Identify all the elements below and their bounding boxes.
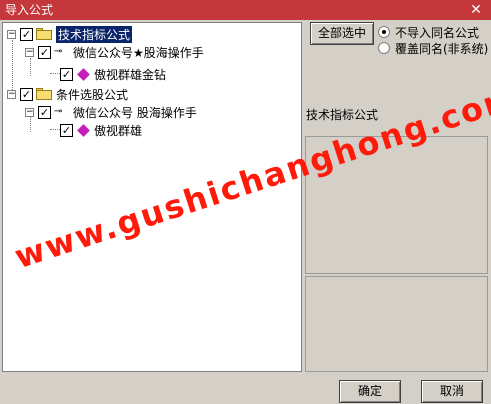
- tree-node-label: 傲视群雄金钻: [94, 67, 167, 82]
- tree-node-tech-formulas[interactable]: − ✓ 技术指标公式: [7, 25, 133, 43]
- formula-type-label: 技术指标公式: [306, 108, 379, 122]
- tree-node-label: 微信公众号 股海操作手: [73, 105, 197, 120]
- tree-node-formula-1[interactable]: ✓ 傲视群雄金钻: [60, 65, 166, 83]
- collapse-icon[interactable]: −: [25, 107, 34, 117]
- radio-overwrite[interactable]: 覆盖同名(非系统): [378, 40, 488, 56]
- checkbox-checked[interactable]: ✓: [20, 87, 33, 101]
- key-icon: ⊸: [54, 106, 63, 117]
- cancel-button[interactable]: 取消: [421, 380, 483, 403]
- radio-no-import[interactable]: 不导入同名公式: [378, 24, 479, 40]
- tree-node-formula-2[interactable]: ✓ 傲视群雄: [60, 121, 142, 139]
- select-all-button[interactable]: 全部选中: [310, 22, 374, 45]
- tree-node-label: 技术指标公式: [56, 25, 133, 43]
- checkbox-checked[interactable]: ✓: [38, 105, 51, 119]
- radio-label: 不导入同名公式: [395, 25, 480, 40]
- tree-node-label: 傲视群雄: [94, 123, 143, 138]
- collapse-icon[interactable]: −: [25, 47, 34, 57]
- radio-unchecked-icon[interactable]: [378, 42, 390, 54]
- checkbox-checked[interactable]: ✓: [20, 27, 33, 41]
- radio-checked-icon[interactable]: [378, 26, 390, 38]
- checkbox-checked[interactable]: ✓: [60, 123, 73, 137]
- title-bar: 导入公式 ✕: [0, 0, 491, 20]
- diamond-icon: [77, 67, 90, 81]
- collapse-icon[interactable]: −: [7, 29, 16, 39]
- collapse-icon[interactable]: −: [7, 89, 16, 99]
- tree-node-screening-formulas[interactable]: − ✓ 条件选股公式: [7, 85, 128, 103]
- tree-node-label: 条件选股公式: [56, 87, 129, 102]
- checkbox-checked[interactable]: ✓: [38, 45, 51, 59]
- close-icon[interactable]: ✕: [467, 1, 485, 19]
- diamond-icon: [77, 123, 90, 137]
- tree-node-label: 微信公众号★股海操作手: [73, 45, 204, 60]
- window-title: 导入公式: [5, 3, 54, 17]
- folder-icon: [36, 28, 52, 40]
- radio-label: 覆盖同名(非系统): [395, 41, 489, 56]
- folder-icon: [36, 88, 52, 100]
- formula-detail-box: [305, 276, 488, 372]
- tree-node-wechat-2[interactable]: − ✓ ⊸ 微信公众号 股海操作手: [25, 103, 197, 121]
- checkbox-checked[interactable]: ✓: [60, 67, 73, 81]
- ok-button[interactable]: 确定: [339, 380, 401, 403]
- key-icon: ⊸: [54, 46, 63, 57]
- tree-node-wechat-1[interactable]: − ✓ ⊸ 微信公众号★股海操作手: [25, 43, 204, 61]
